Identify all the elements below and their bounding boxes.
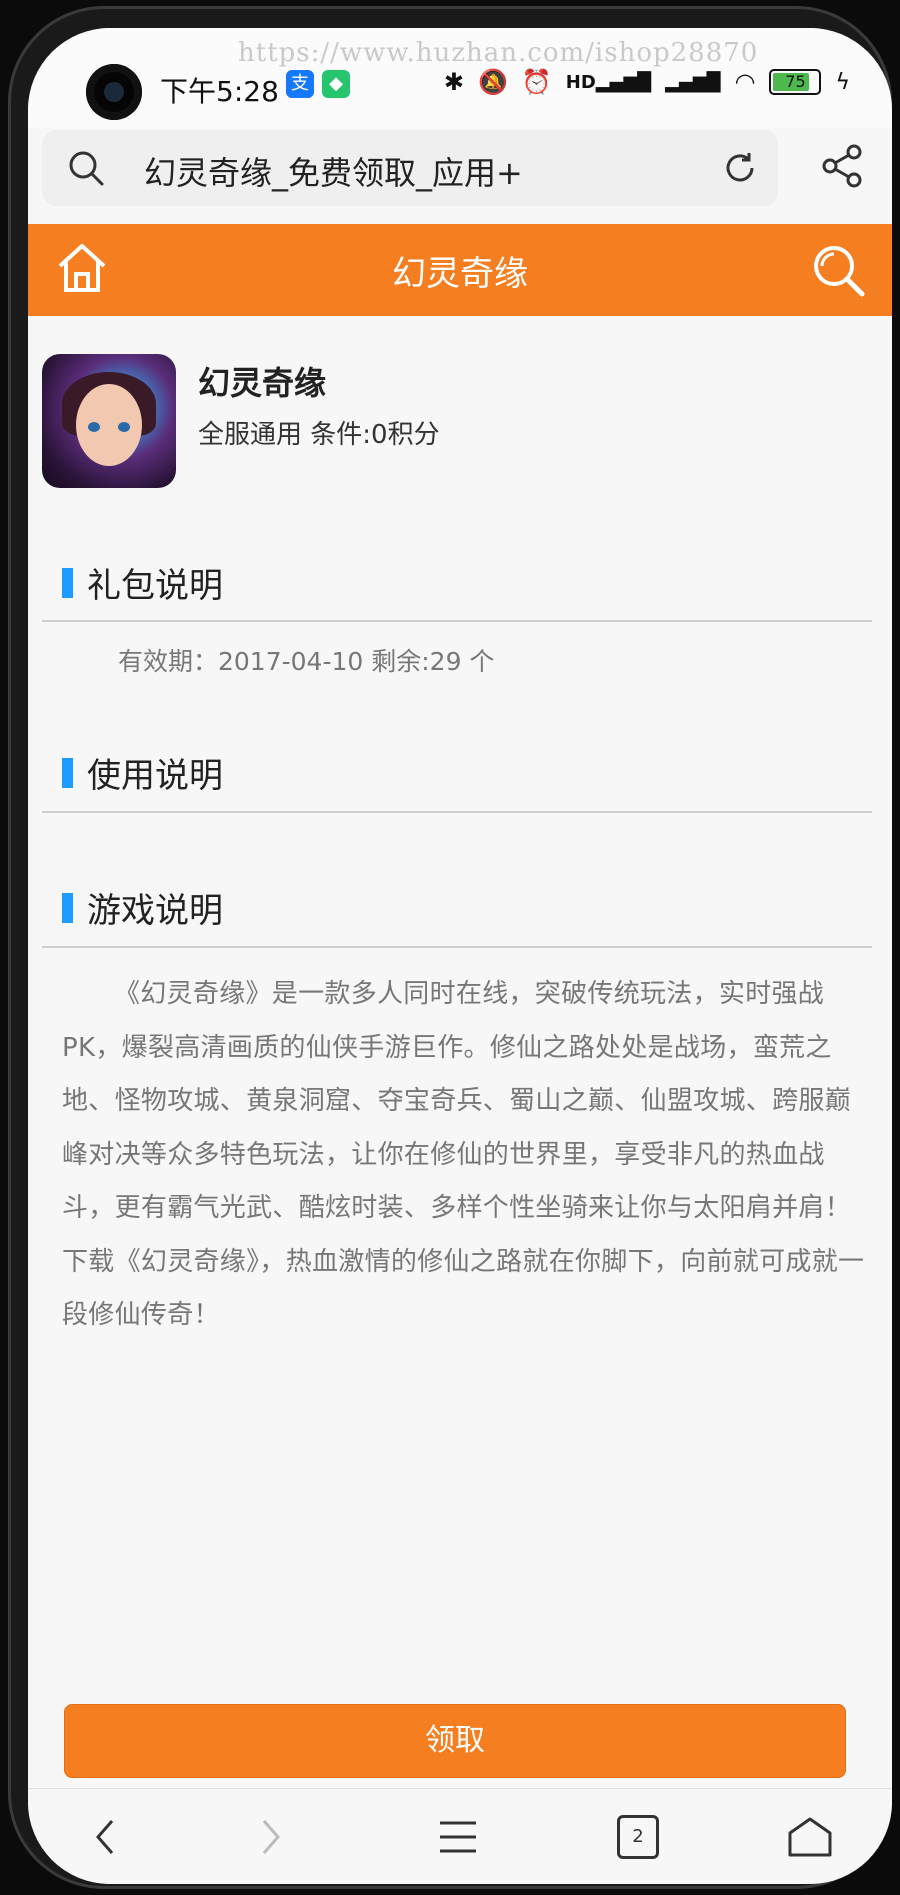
divider <box>42 811 872 813</box>
address-text[interactable]: 幻灵奇缘_免费领取_应用+ <box>144 148 523 194</box>
section-marker <box>62 567 73 598</box>
status-icons: ✱ 🔕 ⏰ HD▂▄▆█ ▂▄▆█ ◠ 75 ϟ <box>444 68 850 96</box>
wifi-icon: ◠ <box>734 68 756 96</box>
gift-section-title: 礼包说明 <box>62 558 223 607</box>
back-button[interactable] <box>76 1807 136 1867</box>
usage-section-title: 使用说明 <box>62 748 223 797</box>
home-outline-icon <box>788 1817 832 1857</box>
section-marker <box>62 757 73 788</box>
divider <box>42 946 872 948</box>
share-icon[interactable] <box>818 142 866 190</box>
alipay-icon: 支 <box>286 70 314 98</box>
bluetooth-icon: ✱ <box>443 68 464 96</box>
mute-icon: 🔕 <box>477 68 508 96</box>
game-name: 幻灵奇缘 <box>198 364 327 402</box>
page-title: 幻灵奇缘 <box>392 254 528 294</box>
chevron-left-icon <box>96 1820 114 1854</box>
front-camera <box>86 64 142 120</box>
phone-frame: 下午5:28 支 ◆ ✱ 🔕 ⏰ HD▂▄▆█ ▂▄▆█ ◠ 75 ϟ http… <box>8 6 892 1889</box>
menu-button[interactable] <box>428 1807 488 1867</box>
tab-count-icon: 2 <box>617 1815 659 1859</box>
battery-icon: 75 <box>769 69 822 95</box>
status-time: 下午5:28 <box>160 75 279 108</box>
browser-nav-bar: 2 <box>28 1788 892 1884</box>
home-nav-button[interactable] <box>780 1807 840 1867</box>
game-description: 《幻灵奇缘》是一款多人同时在线，突破传统玩法，实时强战PK，爆裂高清画质的仙侠手… <box>62 979 865 1330</box>
shield-app-icon: ◆ <box>322 70 350 98</box>
section-marker <box>62 892 73 923</box>
game-section-title: 游戏说明 <box>62 883 223 932</box>
game-icon <box>42 354 176 488</box>
signal-icon: ▂▄▆█ <box>665 71 721 93</box>
forward-button[interactable] <box>240 1807 300 1867</box>
alarm-icon: ⏰ <box>521 68 552 96</box>
gift-validity: 有效期：2017-04-10 剩余:29 个 <box>118 647 495 676</box>
watermark: https://www.huzhan.com/ishop28870 <box>238 38 759 68</box>
menu-icon <box>440 1821 476 1853</box>
search-icon[interactable] <box>810 242 866 298</box>
screen: 下午5:28 支 ◆ ✱ 🔕 ⏰ HD▂▄▆█ ▂▄▆█ ◠ 75 ϟ http… <box>28 28 892 1884</box>
refresh-icon[interactable] <box>720 148 760 188</box>
game-subtitle: 全服通用 条件:0积分 <box>198 420 440 450</box>
tabs-button[interactable]: 2 <box>608 1807 668 1867</box>
claim-button[interactable]: 领取 <box>64 1704 846 1778</box>
chevron-right-icon <box>262 1820 280 1854</box>
address-bar[interactable]: 幻灵奇缘_免费领取_应用+ <box>42 130 778 206</box>
signal-hd-icon: HD▂▄▆█ <box>565 71 652 93</box>
divider <box>42 620 872 622</box>
page-header: 幻灵奇缘 <box>28 224 892 316</box>
search-icon <box>69 151 104 186</box>
charging-icon: ϟ <box>835 69 850 95</box>
